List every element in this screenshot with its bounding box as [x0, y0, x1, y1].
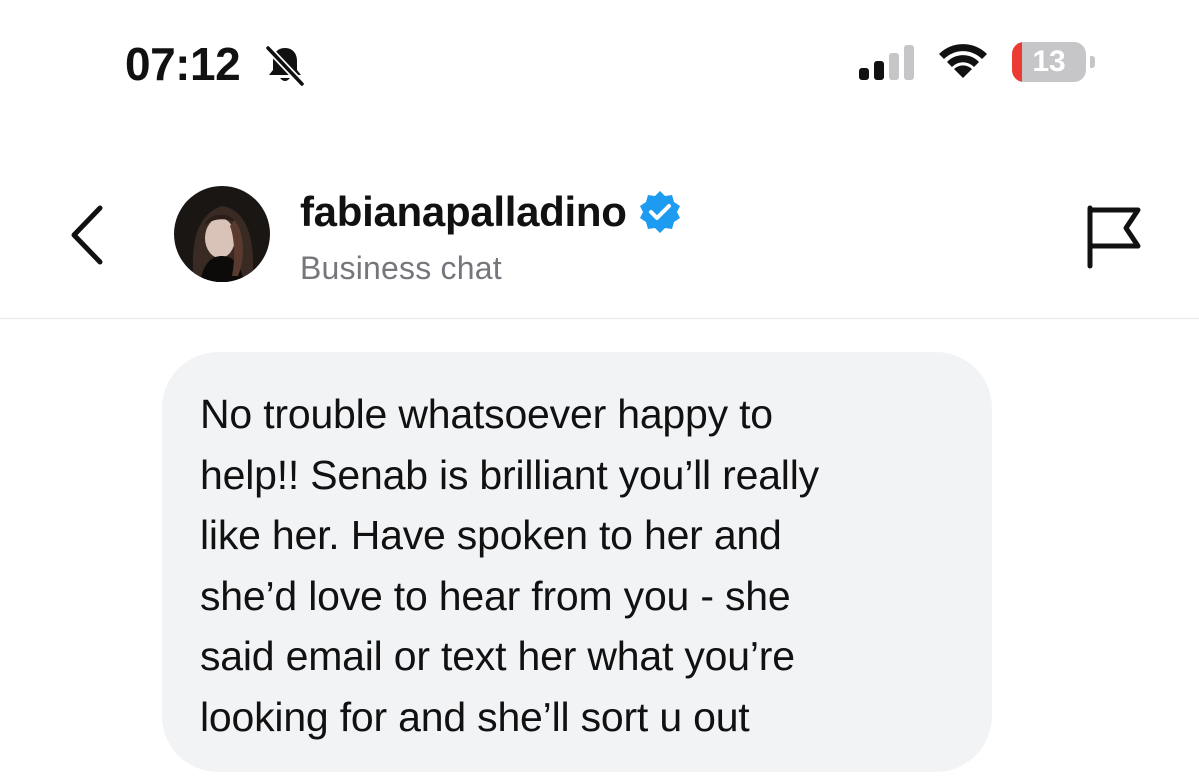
signal-bar [889, 53, 899, 80]
cellular-signal-icon [859, 45, 914, 80]
battery-body: 13 [1012, 42, 1086, 82]
avatar[interactable] [174, 186, 270, 282]
chevron-left-icon [71, 205, 103, 265]
message-bubble[interactable]: No trouble whatsoever happy to help!! Se… [162, 352, 992, 772]
name-row: fabianapalladino [300, 186, 683, 238]
battery-tip [1090, 56, 1095, 68]
report-button[interactable] [1082, 200, 1144, 270]
avatar-image [174, 186, 270, 282]
contact-info[interactable]: fabianapalladino Business chat [300, 186, 683, 287]
battery-level: 13 [1032, 45, 1066, 78]
wifi-icon [939, 44, 987, 78]
battery-icon: 13 [1012, 42, 1098, 82]
verified-badge-icon [639, 191, 680, 233]
status-bar: 07:12 13 [0, 0, 1199, 130]
flag-icon [1087, 205, 1141, 269]
bell-slash-icon [265, 45, 305, 87]
chat-subtitle: Business chat [300, 250, 502, 286]
contact-username: fabianapalladino [300, 188, 627, 235]
back-button[interactable] [60, 200, 120, 270]
status-time: 07:12 [125, 38, 241, 90]
signal-bar [904, 45, 914, 80]
chat-header: fabianapalladino Business chat [0, 150, 1199, 319]
message-text: No trouble whatsoever happy to help!! Se… [200, 391, 819, 740]
signal-bar [874, 61, 884, 80]
signal-bar [859, 68, 869, 80]
